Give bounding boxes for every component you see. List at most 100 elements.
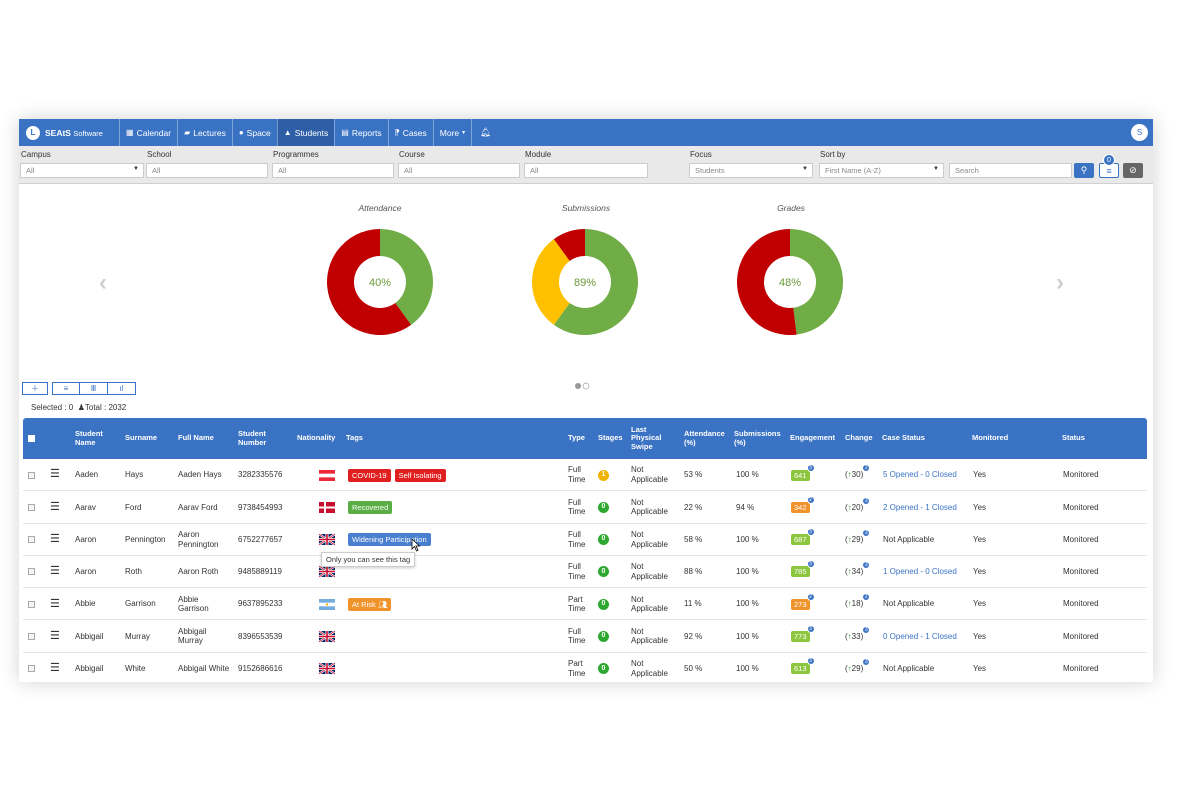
row-checkbox[interactable] — [28, 620, 35, 652]
search-input[interactable]: Search — [949, 163, 1072, 178]
table-row[interactable]: ☰ Abbigail Murray Abbigail Murray 8396553539… — [23, 620, 1147, 653]
col-nationality[interactable]: Nationality — [297, 418, 335, 459]
col-case-status[interactable]: Case Status — [882, 418, 925, 459]
row-checkbox[interactable] — [28, 588, 35, 620]
stage-indicator[interactable]: 0 — [598, 556, 609, 588]
campus-select[interactable]: All ▼ — [20, 163, 144, 178]
list-view-button[interactable]: ≡ — [52, 382, 80, 395]
col-change[interactable]: Change — [845, 418, 873, 459]
engagement-score[interactable]: 273 2 — [791, 588, 815, 620]
student-tag[interactable]: COVID-19 — [348, 468, 391, 482]
user-avatar[interactable]: S — [1131, 124, 1148, 141]
nav-more[interactable]: More ▾ — [432, 119, 471, 146]
row-menu-icon[interactable]: ☰ — [50, 491, 60, 523]
stage-indicator[interactable]: 0 — [598, 620, 609, 652]
case-status[interactable]: 2 Opened - 1 Closed — [883, 491, 957, 523]
student-tag[interactable]: At Risk 👥︎ — [348, 597, 392, 611]
nav-students[interactable]: ▲ Students — [276, 119, 335, 146]
brand[interactable]: L SEAtS Software — [19, 125, 119, 140]
student-full-name[interactable]: Aaron Roth — [178, 556, 230, 588]
table-row[interactable]: ☰ Abbigail White Abbigail White 9152686616 Pa… — [23, 653, 1147, 682]
stage-indicator[interactable]: 0 — [598, 524, 609, 556]
row-checkbox[interactable] — [28, 491, 35, 523]
case-status[interactable]: 0 Opened - 1 Closed — [883, 620, 957, 652]
stage-indicator[interactable]: 0 — [598, 491, 609, 523]
change-value[interactable]: (↑33) 3 — [845, 620, 871, 652]
student-full-name[interactable]: Aaden Hays — [178, 459, 230, 491]
select-all-checkbox[interactable] — [28, 418, 35, 459]
change-value[interactable]: (↑34) 3 — [845, 556, 871, 588]
col-surname[interactable]: Surname — [125, 418, 157, 459]
row-checkbox[interactable] — [28, 524, 35, 556]
nav-calendar[interactable]: ▦ Calendar — [119, 119, 177, 146]
row-checkbox[interactable] — [28, 556, 35, 588]
engagement-score[interactable]: 641 3 — [791, 459, 815, 491]
module-input[interactable]: All — [524, 163, 648, 178]
engagement-score[interactable]: 342 2 — [791, 491, 815, 523]
carousel-next-arrow[interactable]: › — [1056, 269, 1064, 297]
col-stages[interactable]: Stages — [598, 418, 623, 459]
student-full-name[interactable]: Abbie Garrison — [178, 588, 230, 620]
student-tag[interactable]: Self Isolating — [394, 468, 446, 482]
stage-indicator[interactable]: 1 — [598, 459, 609, 491]
student-full-name[interactable]: Aarav Ford — [178, 491, 230, 523]
table-row[interactable]: ☰ Aaden Hays Aaden Hays 3282335576 COVID-19 Se… — [23, 459, 1147, 492]
submissions-donut-chart[interactable]: 89% — [531, 228, 639, 336]
case-status[interactable]: 1 Opened - 0 Closed — [883, 556, 957, 588]
row-menu-icon[interactable]: ☰ — [50, 620, 60, 652]
row-menu-icon[interactable]: ☰ — [50, 459, 60, 491]
course-input[interactable]: All — [398, 163, 520, 178]
row-menu-icon[interactable]: ☰ — [50, 524, 60, 556]
stage-indicator[interactable]: 0 — [598, 653, 609, 682]
table-row[interactable]: ☰ Aarav Ford Aarav Ford 9738454993 Recovered F… — [23, 491, 1147, 524]
col-student-name[interactable]: Student Name — [75, 418, 115, 459]
row-menu-icon[interactable]: ☰ — [50, 653, 60, 682]
row-menu-icon[interactable]: ☰ — [50, 588, 60, 620]
chart-view-button[interactable]: ıl — [108, 382, 136, 395]
student-full-name[interactable]: Abbigail White — [178, 653, 230, 682]
col-monitored[interactable]: Monitored — [972, 418, 1008, 459]
row-checkbox[interactable] — [28, 653, 35, 682]
student-full-name[interactable]: Aaron Pennington — [178, 524, 230, 556]
nav-cases[interactable]: ⁋ Cases — [387, 119, 433, 146]
student-full-name[interactable]: Abbigail Murray — [178, 620, 230, 652]
col-submissions[interactable]: Submissions (%) — [734, 418, 784, 459]
col-engagement[interactable]: Engagement — [790, 418, 835, 459]
clear-filters-button[interactable]: ⊘ — [1123, 163, 1143, 178]
col-last-swipe[interactable]: Last Physical Swipe — [631, 418, 671, 459]
change-value[interactable]: (↑30) 2 — [845, 459, 871, 491]
add-button[interactable]: ＋ — [22, 382, 48, 395]
col-type[interactable]: Type — [568, 418, 585, 459]
nav-reports[interactable]: ▤ Reports — [334, 119, 387, 146]
col-full-name[interactable]: Full Name — [178, 418, 214, 459]
carousel-dots[interactable] — [574, 382, 592, 390]
stage-indicator[interactable]: 0 — [598, 588, 609, 620]
table-row[interactable]: ☰ Abbie Garrison Abbie Garrison 9637895233 At… — [23, 588, 1147, 621]
carousel-prev-arrow[interactable]: ‹ — [99, 269, 107, 297]
table-row[interactable]: ☰ Aaron Pennington Aaron Pennington 67522776… — [23, 524, 1147, 556]
sort-select[interactable]: First Name (A-Z) ▼ — [819, 163, 944, 178]
search-button[interactable]: ⚲ — [1074, 163, 1094, 178]
engagement-score[interactable]: 687 3 — [791, 524, 815, 556]
engagement-score[interactable]: 613 3 — [791, 653, 815, 682]
engagement-score[interactable]: 773 3 — [791, 620, 815, 652]
programmes-input[interactable]: All — [272, 163, 394, 178]
student-tag[interactable]: Recovered — [348, 500, 393, 514]
grades-donut-chart[interactable]: 48% — [736, 228, 844, 336]
change-value[interactable]: (↑29) 3 — [845, 524, 871, 556]
change-value[interactable]: (↑20) 3 — [845, 491, 871, 523]
focus-select[interactable]: Students ▼ — [689, 163, 813, 178]
col-attendance[interactable]: Attendance (%) — [684, 418, 730, 459]
engagement-score[interactable]: 785 3 — [791, 556, 815, 588]
nav-space[interactable]: ● Space — [231, 119, 277, 146]
nav-notifications[interactable]: 🔔︎ — [471, 119, 499, 146]
col-tags[interactable]: Tags — [346, 418, 363, 459]
row-checkbox[interactable] — [28, 459, 35, 491]
change-value[interactable]: (↑29) 3 — [845, 653, 871, 682]
case-status[interactable]: 5 Opened - 0 Closed — [883, 459, 957, 491]
table-row[interactable]: ☰ Aaron Roth Aaron Roth 9485889119 Full Time 0… — [23, 556, 1147, 589]
columns-view-button[interactable]: Ⅲ — [80, 382, 108, 395]
school-input[interactable]: All — [146, 163, 268, 178]
col-student-number[interactable]: Student Number — [238, 418, 278, 459]
nav-lectures[interactable]: ▰ Lectures — [177, 119, 232, 146]
